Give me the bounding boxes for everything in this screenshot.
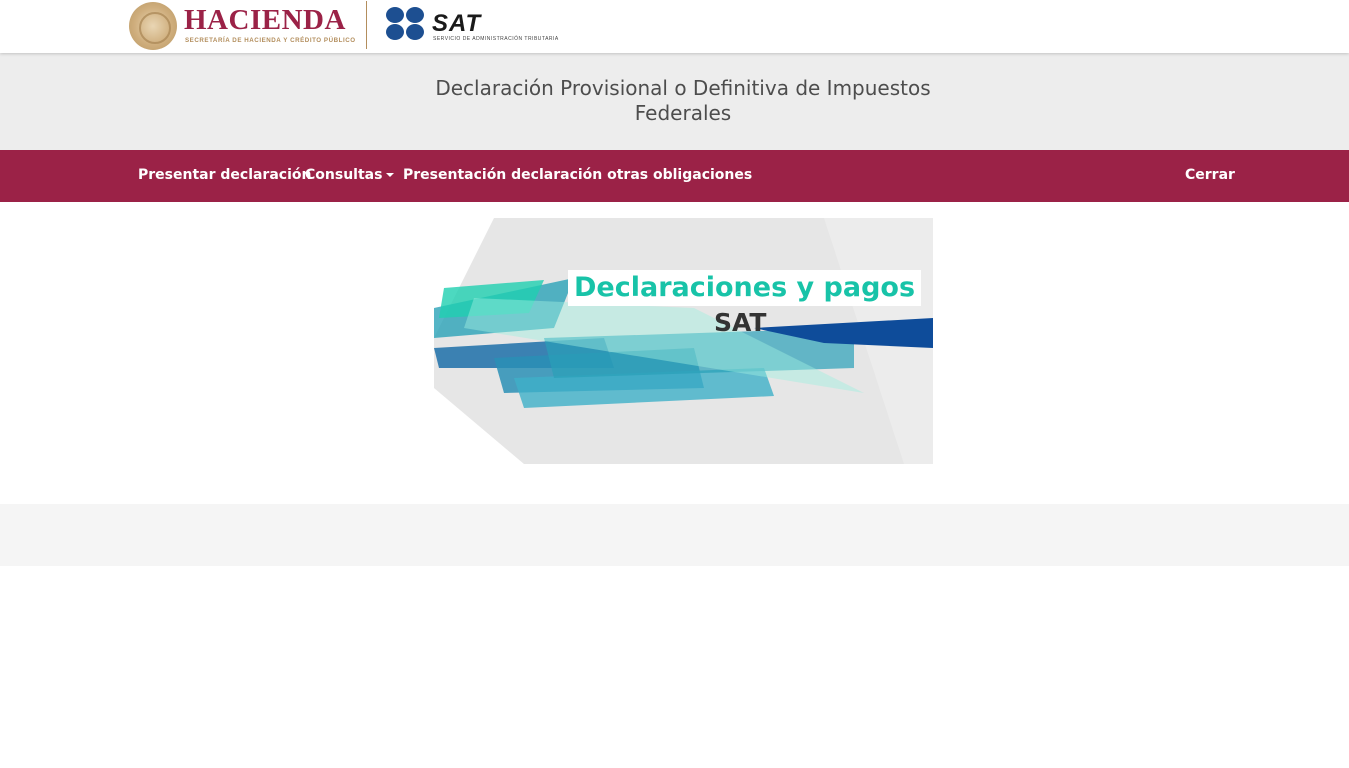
caret-down-icon (386, 173, 395, 177)
page-title: Declaración Provisional o Definitiva de … (0, 76, 1349, 126)
nav-otras-obligaciones[interactable]: Presentación declaración otras obligacio… (403, 167, 752, 183)
sat-logo-icon (386, 7, 426, 41)
nav-presentar-declaracion[interactable]: Presentar declaración (138, 167, 311, 183)
title-band: Declaración Provisional o Definitiva de … (0, 53, 1349, 150)
hacienda-logo-text: HACIENDA (184, 4, 346, 36)
main-nav: Presentar declaración Consultas Presenta… (0, 150, 1349, 202)
hacienda-logo-subtitle: SECRETARÍA DE HACIENDA Y CRÉDITO PÚBLICO (185, 37, 356, 44)
banner-graphic (434, 218, 933, 464)
sat-logo-subtitle: SERVICIO DE ADMINISTRACIÓN TRIBUTARIA (433, 36, 559, 42)
footer-band (0, 504, 1349, 566)
banner-title: Declaraciones y pagos (568, 270, 922, 306)
nav-consultas-dropdown[interactable]: Consultas (305, 167, 395, 183)
banner-subtitle: SAT (714, 308, 767, 337)
page-title-line1: Declaración Provisional o Definitiva de … (435, 76, 931, 100)
mexico-seal-logo (129, 2, 177, 50)
declaraciones-banner: Declaraciones y pagos SAT (434, 218, 933, 464)
top-header: HACIENDA SECRETARÍA DE HACIENDA Y CRÉDIT… (0, 0, 1349, 53)
nav-cerrar[interactable]: Cerrar (1185, 167, 1235, 183)
logo-divider (366, 1, 367, 49)
page-title-line2: Federales (634, 101, 732, 125)
sat-logo-text: SAT (432, 10, 482, 37)
nav-consultas-label: Consultas (305, 167, 383, 183)
